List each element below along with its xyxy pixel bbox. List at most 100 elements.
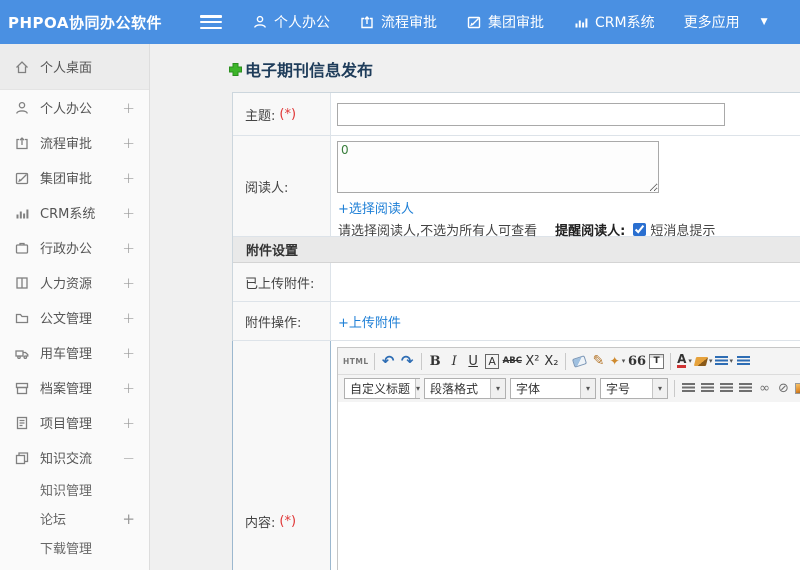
topnav-label: 个人办公 [274,15,330,31]
align-right-button[interactable] [718,378,735,399]
sidebar-item-label: 人力资源 [40,277,93,292]
sidebar-item-hr[interactable]: 人力资源 + [0,265,149,300]
toolbar-separator [564,352,566,370]
unlink-button[interactable]: ⊘ [775,378,792,399]
readers-textarea[interactable]: 0 [337,141,659,193]
dropdown-label: 字号 [606,382,631,396]
sms-notify-checkbox[interactable] [633,223,647,236]
expand-plus-icon[interactable]: + [122,344,135,362]
expand-plus-icon[interactable]: + [122,99,135,117]
chevron-down-icon: ▾ [709,357,713,365]
align-left-button[interactable] [680,378,697,399]
sidebar-subitem-forum[interactable]: 论坛 + [0,504,149,533]
undo-button[interactable]: ↶ [380,351,397,372]
topnav-group-approval[interactable]: 集团审批 [466,12,544,32]
expand-plus-icon[interactable]: + [122,239,135,257]
superscript-button[interactable]: X² [524,351,541,372]
topnav-label: 集团审批 [488,15,544,31]
justify-button[interactable] [737,378,754,399]
sidebar-item-crm[interactable]: CRM系统 + [0,195,149,230]
expand-plus-icon[interactable]: + [122,274,135,292]
main-content: 电子期刊信息发布 主题: (*) 阅读人: 0 +选择阅读人 请选择阅读人,不选… [150,44,800,570]
dropdown-label: 自定义标题 [350,382,411,396]
sidebar-item-document-mgmt[interactable]: 公文管理 + [0,300,149,335]
select-readers-link[interactable]: +选择阅读人 [338,198,800,217]
subscript-button[interactable]: X₂ [543,351,560,372]
sidebar-item-archive-mgmt[interactable]: 档案管理 + [0,370,149,405]
expand-plus-icon[interactable]: + [122,204,135,222]
font-color-button[interactable]: A ▾ [676,351,693,372]
underline-button[interactable]: U [465,351,482,372]
blockquote-button[interactable]: 66 [628,351,646,372]
content-row: 内容: (*) HTML ↶ ↷ B I U A ABC X² X₂ ✎ ✦ ▾… [232,341,800,570]
font-family-dropdown[interactable]: 字体 ▾ [510,378,596,399]
sidebar-item-vehicle-mgmt[interactable]: 用车管理 + [0,335,149,370]
sidebar-subitem-knowledge-mgmt[interactable]: 知识管理 [0,475,149,504]
sidebar-subitem-label: 论坛 [40,513,67,528]
collapse-minus-icon[interactable]: − [122,449,135,467]
content-label: 内容: [245,515,276,531]
align-left-icon [682,383,695,394]
remind-readers-label: 提醒阅读人: [555,224,626,239]
sidebar-subitem-label: 知识管理 [40,484,93,499]
italic-button[interactable]: I [446,351,463,372]
topnav-crm[interactable]: CRM系统 [573,12,655,32]
expand-plus-icon[interactable]: + [122,309,135,327]
image-button[interactable] [794,378,800,399]
sidebar-item-personal-desktop[interactable]: 个人桌面 [0,44,149,90]
page-title-row: 电子期刊信息发布 [228,57,373,81]
sidebar-item-label: CRM系统 [40,207,96,222]
green-plus-icon [228,62,243,77]
paragraph-format-dropdown[interactable]: 段落格式 ▾ [424,378,506,399]
sidebar-item-project-mgmt[interactable]: 项目管理 + [0,405,149,440]
subject-label-cell: 主题: (*) [233,93,331,135]
ordered-list-button[interactable]: ▾ [714,351,734,372]
expand-plus-icon[interactable]: + [122,510,135,528]
highlight-button[interactable]: ▾ [693,351,713,372]
char-border-button[interactable]: A [485,353,499,369]
actions-label: 附件操作: [245,315,302,331]
font-size-dropdown[interactable]: 字号 ▾ [600,378,668,399]
redo-button[interactable]: ↷ [399,351,416,372]
chevron-down-icon[interactable]: ▼ [761,17,768,27]
eraser-button[interactable] [571,351,588,372]
chevron-down-icon: ▾ [729,357,734,365]
unordered-list-button[interactable] [735,351,752,372]
upload-attachment-link[interactable]: +上传附件 [338,312,401,331]
edit-icon [466,14,482,30]
format-brush-button[interactable]: ✎ [590,351,607,372]
sidebar-subitem-label: 下载管理 [40,542,93,557]
topnav-more-apps[interactable]: 更多应用 [684,12,740,32]
toolbar-separator [674,380,675,397]
image-icon [795,383,800,394]
heading-dropdown[interactable]: 自定义标题 ▾ [344,378,421,399]
table-button[interactable]: T [648,351,665,372]
subject-input[interactable] [337,103,725,126]
sidebar-item-admin-office[interactable]: 行政办公 + [0,230,149,265]
link-button[interactable]: ∞ [756,378,773,399]
hamburger-menu-icon[interactable] [200,15,222,29]
bold-button[interactable]: B [427,351,444,372]
editor-content-area[interactable] [338,402,800,570]
magic-wand-button[interactable]: ✦ ▾ [609,351,626,372]
sidebar-item-knowledge-exchange[interactable]: 知识交流 − [0,440,149,475]
topnav-personal-office[interactable]: 个人办公 [252,12,330,32]
sidebar-item-group-approval[interactable]: 集团审批 + [0,160,149,195]
chevron-down-icon: ▾ [490,379,505,398]
expand-plus-icon[interactable]: + [122,134,135,152]
sidebar-item-label: 流程审批 [40,137,93,152]
sidebar-subitem-download-mgmt[interactable]: 下载管理 [0,533,149,562]
attachment-actions-row: 附件操作: +上传附件 [233,302,800,341]
topnav-workflow-approval[interactable]: 流程审批 [359,12,437,32]
sidebar-subitem-public-cabinet[interactable]: 公共文件柜 [0,562,149,570]
publish-form: 主题: (*) 阅读人: 0 +选择阅读人 请选择阅读人,不选为所有人可查看 提… [232,92,800,570]
align-center-button[interactable] [699,378,716,399]
sidebar-item-workflow-approval[interactable]: 流程审批 + [0,125,149,160]
expand-plus-icon[interactable]: + [122,414,135,432]
sidebar-item-personal-office[interactable]: 个人办公 + [0,90,149,125]
strikethrough-button[interactable]: ABC [503,351,522,372]
expand-plus-icon[interactable]: + [122,169,135,187]
expand-plus-icon[interactable]: + [122,379,135,397]
subject-label: 主题: [245,108,276,124]
html-source-button[interactable]: HTML [343,351,369,372]
